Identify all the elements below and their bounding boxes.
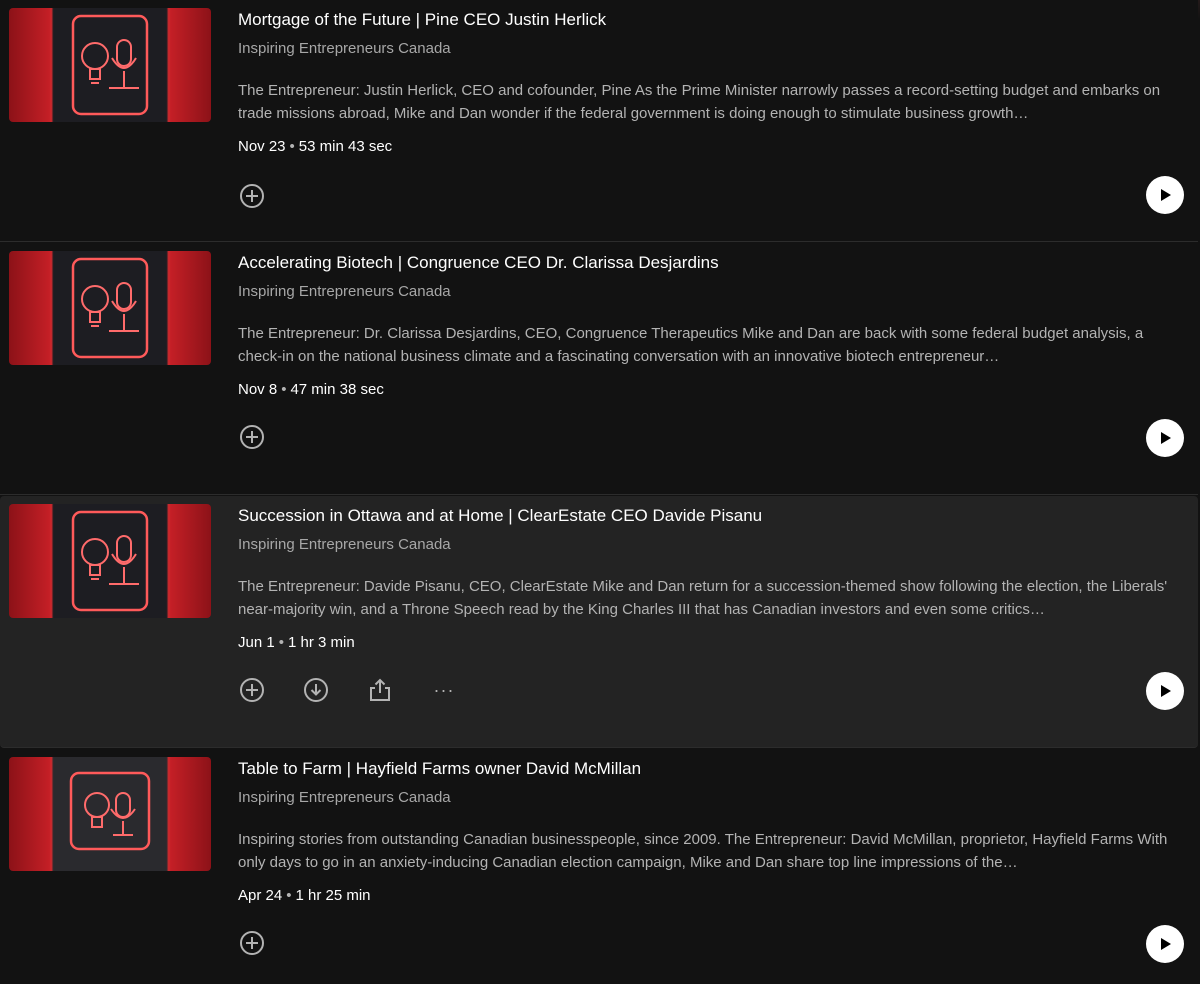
episode-date: Jun 1 bbox=[238, 634, 275, 651]
episode-actions bbox=[238, 923, 302, 963]
episode-list: Mortgage of the Future | Pine CEO Justin… bbox=[0, 0, 1200, 984]
more-options-button[interactable]: ··· bbox=[430, 676, 458, 704]
episode-description: Inspiring stories from outstanding Canad… bbox=[238, 831, 1168, 871]
podcast-logo-icon bbox=[71, 257, 149, 359]
plus-circle-icon bbox=[240, 425, 264, 449]
episode-actions bbox=[238, 417, 302, 457]
episode-actions bbox=[238, 176, 302, 216]
show-name[interactable]: Inspiring Entrepreneurs Canada bbox=[238, 536, 451, 553]
share-button[interactable] bbox=[366, 676, 394, 704]
download-icon bbox=[304, 678, 328, 702]
episode-meta: Nov 8 • 47 min 38 sec bbox=[238, 381, 384, 398]
episode-title[interactable]: Table to Farm | Hayfield Farms owner Dav… bbox=[238, 759, 641, 779]
plus-circle-icon bbox=[240, 678, 264, 702]
more-options-icon: ··· bbox=[433, 679, 455, 700]
episode-title[interactable]: Accelerating Biotech | Congruence CEO Dr… bbox=[238, 253, 719, 273]
episode-title[interactable]: Succession in Ottawa and at Home | Clear… bbox=[238, 506, 762, 526]
show-name[interactable]: Inspiring Entrepreneurs Canada bbox=[238, 283, 451, 300]
episode-duration: 53 min 43 sec bbox=[298, 138, 393, 155]
episode-description: The Entrepreneur: Justin Herlick, CEO an… bbox=[238, 82, 1161, 122]
plus-circle-icon bbox=[240, 184, 264, 208]
add-to-library-button[interactable] bbox=[238, 676, 266, 704]
play-button[interactable] bbox=[1146, 925, 1184, 963]
episode-row[interactable]: Table to Farm | Hayfield Farms owner Dav… bbox=[0, 749, 1198, 984]
episode-cover-image[interactable] bbox=[9, 251, 211, 365]
share-icon bbox=[370, 678, 390, 701]
show-name[interactable]: Inspiring Entrepreneurs Canada bbox=[238, 789, 451, 806]
play-button[interactable] bbox=[1146, 419, 1184, 457]
episode-duration: 47 min 38 sec bbox=[290, 381, 384, 398]
episode-cover-image[interactable] bbox=[9, 504, 211, 618]
meta-separator: • bbox=[286, 887, 292, 904]
episode-date: Nov 23 bbox=[238, 138, 286, 155]
episode-cover-image[interactable] bbox=[9, 757, 211, 871]
add-to-library-button[interactable] bbox=[238, 182, 266, 210]
episode-meta: Jun 1 • 1 hr 3 min bbox=[238, 634, 355, 651]
add-to-library-button[interactable] bbox=[238, 929, 266, 957]
play-icon bbox=[1161, 685, 1171, 697]
podcast-logo-icon bbox=[71, 14, 149, 116]
meta-separator: • bbox=[278, 634, 284, 651]
episode-description: The Entrepreneur: Davide Pisanu, CEO, Cl… bbox=[238, 578, 1168, 618]
episode-date: Apr 24 bbox=[238, 887, 283, 904]
play-button[interactable] bbox=[1146, 672, 1184, 710]
play-icon bbox=[1161, 189, 1171, 201]
meta-separator: • bbox=[281, 381, 287, 398]
show-name[interactable]: Inspiring Entrepreneurs Canada bbox=[238, 40, 451, 57]
play-icon bbox=[1161, 432, 1171, 444]
episode-cover-image[interactable] bbox=[9, 8, 211, 122]
episode-date: Nov 8 bbox=[238, 381, 278, 398]
episode-row[interactable]: Mortgage of the Future | Pine CEO Justin… bbox=[0, 0, 1198, 242]
download-button[interactable] bbox=[302, 676, 330, 704]
podcast-logo-icon bbox=[69, 771, 151, 851]
episode-duration: 1 hr 25 min bbox=[295, 887, 371, 904]
episode-actions: ··· bbox=[238, 670, 494, 710]
episode-meta: Nov 23 • 53 min 43 sec bbox=[238, 138, 392, 155]
play-button[interactable] bbox=[1146, 176, 1184, 214]
episode-meta: Apr 24 • 1 hr 25 min bbox=[238, 887, 371, 904]
plus-circle-icon bbox=[240, 931, 264, 955]
episode-description: The Entrepreneur: Dr. Clarissa Desjardin… bbox=[238, 325, 1144, 365]
episode-row[interactable]: Succession in Ottawa and at Home | Clear… bbox=[0, 496, 1198, 748]
episode-duration: 1 hr 3 min bbox=[287, 634, 355, 651]
meta-separator: • bbox=[289, 138, 295, 155]
episode-row[interactable]: Accelerating Biotech | Congruence CEO Dr… bbox=[0, 243, 1198, 495]
episode-title[interactable]: Mortgage of the Future | Pine CEO Justin… bbox=[238, 10, 606, 30]
podcast-logo-icon bbox=[71, 510, 149, 612]
play-icon bbox=[1161, 938, 1171, 950]
add-to-library-button[interactable] bbox=[238, 423, 266, 451]
